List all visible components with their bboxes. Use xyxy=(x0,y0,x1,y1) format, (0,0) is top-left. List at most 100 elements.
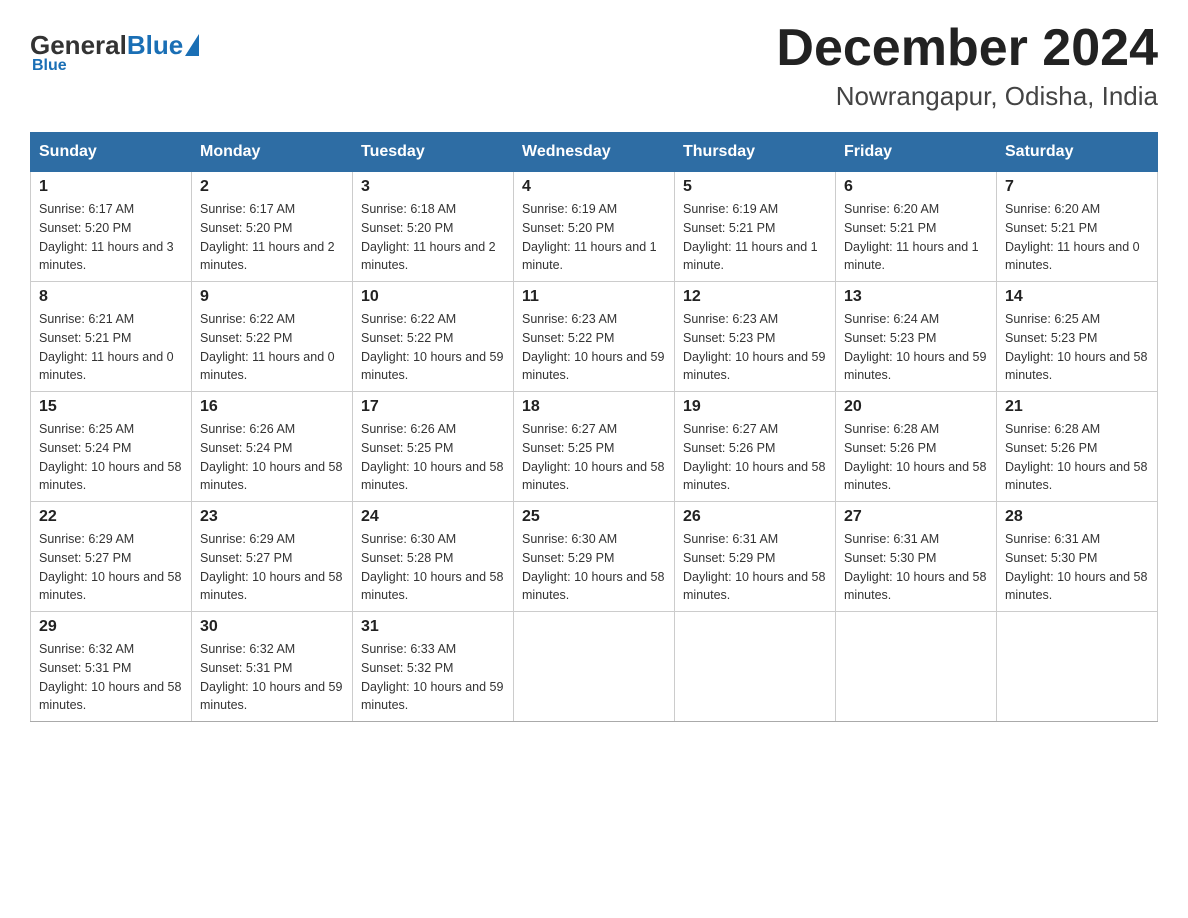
calendar-cell: 6 Sunrise: 6:20 AMSunset: 5:21 PMDaylight… xyxy=(836,172,997,282)
day-info: Sunrise: 6:30 AMSunset: 5:28 PMDaylight:… xyxy=(361,530,505,605)
calendar-cell xyxy=(514,612,675,722)
day-info: Sunrise: 6:20 AMSunset: 5:21 PMDaylight:… xyxy=(1005,200,1149,275)
day-info: Sunrise: 6:26 AMSunset: 5:24 PMDaylight:… xyxy=(200,420,344,495)
logo-triangle-icon xyxy=(185,34,199,56)
day-info: Sunrise: 6:29 AMSunset: 5:27 PMDaylight:… xyxy=(200,530,344,605)
calendar-cell: 8 Sunrise: 6:21 AMSunset: 5:21 PMDaylight… xyxy=(31,282,192,392)
calendar-cell: 9 Sunrise: 6:22 AMSunset: 5:22 PMDaylight… xyxy=(192,282,353,392)
day-number: 15 xyxy=(39,398,183,416)
day-number: 8 xyxy=(39,288,183,306)
weekday-header-sunday: Sunday xyxy=(31,133,192,172)
day-info: Sunrise: 6:28 AMSunset: 5:26 PMDaylight:… xyxy=(1005,420,1149,495)
day-number: 11 xyxy=(522,288,666,306)
day-info: Sunrise: 6:19 AMSunset: 5:20 PMDaylight:… xyxy=(522,200,666,275)
calendar-cell: 3 Sunrise: 6:18 AMSunset: 5:20 PMDaylight… xyxy=(353,172,514,282)
day-info: Sunrise: 6:23 AMSunset: 5:22 PMDaylight:… xyxy=(522,310,666,385)
day-info: Sunrise: 6:21 AMSunset: 5:21 PMDaylight:… xyxy=(39,310,183,385)
day-number: 19 xyxy=(683,398,827,416)
day-info: Sunrise: 6:31 AMSunset: 5:29 PMDaylight:… xyxy=(683,530,827,605)
day-number: 13 xyxy=(844,288,988,306)
calendar-cell: 22Sunrise: 6:29 AMSunset: 5:27 PMDayligh… xyxy=(31,502,192,612)
calendar-cell: 20 Sunrise: 6:28 AMSunset: 5:26 PMDayligh… xyxy=(836,392,997,502)
day-number: 24 xyxy=(361,508,505,526)
day-number: 10 xyxy=(361,288,505,306)
day-info: Sunrise: 6:19 AMSunset: 5:21 PMDaylight:… xyxy=(683,200,827,275)
calendar-week-row: 8 Sunrise: 6:21 AMSunset: 5:21 PMDaylight… xyxy=(31,282,1158,392)
day-number: 21 xyxy=(1005,398,1149,416)
calendar-cell: 25Sunrise: 6:30 AMSunset: 5:29 PMDayligh… xyxy=(514,502,675,612)
header: General Blue Blue December 2024 Nowranga… xyxy=(30,20,1158,112)
day-number: 16 xyxy=(200,398,344,416)
day-info: Sunrise: 6:32 AMSunset: 5:31 PMDaylight:… xyxy=(200,640,344,715)
day-number: 27 xyxy=(844,508,988,526)
calendar-cell xyxy=(675,612,836,722)
calendar-cell: 12Sunrise: 6:23 AMSunset: 5:23 PMDayligh… xyxy=(675,282,836,392)
calendar-cell: 19 Sunrise: 6:27 AMSunset: 5:26 PMDayligh… xyxy=(675,392,836,502)
day-info: Sunrise: 6:30 AMSunset: 5:29 PMDaylight:… xyxy=(522,530,666,605)
weekday-header-friday: Friday xyxy=(836,133,997,172)
calendar-cell: 29Sunrise: 6:32 AMSunset: 5:31 PMDayligh… xyxy=(31,612,192,722)
calendar-cell xyxy=(997,612,1158,722)
day-info: Sunrise: 6:27 AMSunset: 5:25 PMDaylight:… xyxy=(522,420,666,495)
day-number: 7 xyxy=(1005,178,1149,196)
day-number: 20 xyxy=(844,398,988,416)
calendar-cell xyxy=(836,612,997,722)
month-year-title: December 2024 xyxy=(776,20,1158,77)
day-number: 26 xyxy=(683,508,827,526)
day-number: 18 xyxy=(522,398,666,416)
day-info: Sunrise: 6:31 AMSunset: 5:30 PMDaylight:… xyxy=(844,530,988,605)
weekday-header-monday: Monday xyxy=(192,133,353,172)
calendar-week-row: 22 Sunrise: 6:29 AMSunset: 5:27 PMDayligh… xyxy=(31,502,1158,612)
day-info: Sunrise: 6:33 AMSunset: 5:32 PMDaylight:… xyxy=(361,640,505,715)
calendar-cell: 26 Sunrise: 6:31 AMSunset: 5:29 PMDayligh… xyxy=(675,502,836,612)
weekday-header-wednesday: Wednesday xyxy=(514,133,675,172)
calendar-cell: 5 Sunrise: 6:19 AMSunset: 5:21 PMDaylight… xyxy=(675,172,836,282)
day-number: 1 xyxy=(39,178,183,196)
calendar-cell: 27 Sunrise: 6:31 AMSunset: 5:30 PMDayligh… xyxy=(836,502,997,612)
day-number: 9 xyxy=(200,288,344,306)
weekday-header-thursday: Thursday xyxy=(675,133,836,172)
calendar-cell: 2Sunrise: 6:17 AMSunset: 5:20 PMDaylight… xyxy=(192,172,353,282)
weekday-header-saturday: Saturday xyxy=(997,133,1158,172)
day-number: 6 xyxy=(844,178,988,196)
day-number: 5 xyxy=(683,178,827,196)
calendar-cell: 30 Sunrise: 6:32 AMSunset: 5:31 PMDayligh… xyxy=(192,612,353,722)
calendar-cell: 15 Sunrise: 6:25 AMSunset: 5:24 PMDayligh… xyxy=(31,392,192,502)
day-info: Sunrise: 6:23 AMSunset: 5:23 PMDaylight:… xyxy=(683,310,827,385)
day-info: Sunrise: 6:25 AMSunset: 5:23 PMDaylight:… xyxy=(1005,310,1149,385)
day-info: Sunrise: 6:32 AMSunset: 5:31 PMDaylight:… xyxy=(39,640,183,715)
weekday-header-row: SundayMondayTuesdayWednesdayThursdayFrid… xyxy=(31,133,1158,172)
day-number: 3 xyxy=(361,178,505,196)
calendar-table: SundayMondayTuesdayWednesdayThursdayFrid… xyxy=(30,132,1158,722)
day-info: Sunrise: 6:20 AMSunset: 5:21 PMDaylight:… xyxy=(844,200,988,275)
day-info: Sunrise: 6:24 AMSunset: 5:23 PMDaylight:… xyxy=(844,310,988,385)
logo-blue-part: Blue xyxy=(127,30,199,61)
logo: General Blue Blue xyxy=(30,20,199,75)
calendar-cell: 17Sunrise: 6:26 AMSunset: 5:25 PMDayligh… xyxy=(353,392,514,502)
day-number: 22 xyxy=(39,508,183,526)
calendar-cell: 13 Sunrise: 6:24 AMSunset: 5:23 PMDayligh… xyxy=(836,282,997,392)
calendar-cell: 16 Sunrise: 6:26 AMSunset: 5:24 PMDayligh… xyxy=(192,392,353,502)
day-number: 23 xyxy=(200,508,344,526)
day-number: 4 xyxy=(522,178,666,196)
calendar-week-row: 15 Sunrise: 6:25 AMSunset: 5:24 PMDayligh… xyxy=(31,392,1158,502)
calendar-cell: 1Sunrise: 6:17 AMSunset: 5:20 PMDaylight… xyxy=(31,172,192,282)
calendar-cell: 28Sunrise: 6:31 AMSunset: 5:30 PMDayligh… xyxy=(997,502,1158,612)
day-number: 30 xyxy=(200,618,344,636)
day-info: Sunrise: 6:27 AMSunset: 5:26 PMDaylight:… xyxy=(683,420,827,495)
day-number: 17 xyxy=(361,398,505,416)
day-info: Sunrise: 6:18 AMSunset: 5:20 PMDaylight:… xyxy=(361,200,505,275)
day-info: Sunrise: 6:25 AMSunset: 5:24 PMDaylight:… xyxy=(39,420,183,495)
title-section: December 2024 Nowrangapur, Odisha, India xyxy=(776,20,1158,112)
calendar-cell: 11 Sunrise: 6:23 AMSunset: 5:22 PMDayligh… xyxy=(514,282,675,392)
calendar-cell: 10Sunrise: 6:22 AMSunset: 5:22 PMDayligh… xyxy=(353,282,514,392)
day-info: Sunrise: 6:31 AMSunset: 5:30 PMDaylight:… xyxy=(1005,530,1149,605)
calendar-cell: 24 Sunrise: 6:30 AMSunset: 5:28 PMDayligh… xyxy=(353,502,514,612)
calendar-cell: 4 Sunrise: 6:19 AMSunset: 5:20 PMDaylight… xyxy=(514,172,675,282)
weekday-header-tuesday: Tuesday xyxy=(353,133,514,172)
calendar-week-row: 29Sunrise: 6:32 AMSunset: 5:31 PMDayligh… xyxy=(31,612,1158,722)
day-info: Sunrise: 6:22 AMSunset: 5:22 PMDaylight:… xyxy=(200,310,344,385)
day-info: Sunrise: 6:28 AMSunset: 5:26 PMDaylight:… xyxy=(844,420,988,495)
calendar-cell: 21 Sunrise: 6:28 AMSunset: 5:26 PMDayligh… xyxy=(997,392,1158,502)
logo-subtitle: Blue xyxy=(32,57,67,75)
